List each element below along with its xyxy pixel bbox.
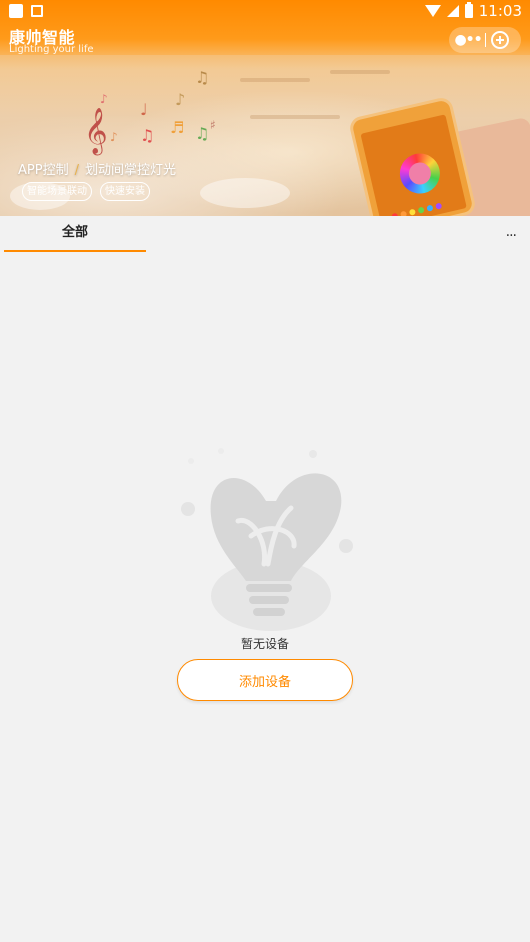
capsule-divider (485, 33, 486, 47)
empty-state-message: 暂无设备 (240, 637, 289, 651)
wifi-icon (424, 5, 441, 17)
banner-tag-install: 快速安装 (100, 182, 150, 201)
empty-bulb-illustration (181, 448, 353, 631)
banner-promo-text: APP控制 / 划动间掌控灯光 (18, 159, 176, 178)
tab-all[interactable]: 全部 (4, 216, 146, 252)
battery-icon (464, 2, 473, 18)
color-wheel-icon (395, 149, 444, 198)
shelf-decor (240, 78, 310, 82)
add-device-button[interactable]: 添加设备 (177, 659, 353, 701)
add-circle-icon[interactable] (491, 31, 509, 49)
app-subtitle: Lighting your life (9, 44, 94, 55)
status-time: 11:03 (478, 2, 522, 20)
tab-active-indicator (4, 250, 146, 252)
banner-tag-scene: 智能场景联动 (22, 182, 92, 201)
device-tab-bar: 全部 ... (0, 216, 530, 252)
sofa-decor (200, 178, 290, 208)
notification-icon (9, 4, 23, 18)
image-notification-icon (31, 5, 43, 17)
shelf-decor (330, 70, 390, 74)
promo-separator: / (74, 163, 79, 178)
promo-left: APP控制 (18, 163, 69, 178)
music-notes-decor: ♫ ♪ ♩ ♪ ♬ ♫ ♫ ♯ ♪ (100, 68, 216, 145)
hero-banner: 𝄞 ♫ ♪ ♩ ♪ ♬ ♫ ♫ ♯ ♪ 11:03 康帅智能 Lighting … (0, 0, 530, 216)
more-dots-icon[interactable]: ●•• (453, 32, 483, 48)
status-bar: 11:03 (0, 0, 530, 24)
shelf-decor (250, 115, 340, 119)
promo-right: 划动间掌控灯光 (84, 163, 176, 178)
mini-program-capsule: ●•• (449, 27, 521, 53)
signal-icon (446, 5, 459, 17)
tab-more-button[interactable]: ... (506, 224, 517, 240)
